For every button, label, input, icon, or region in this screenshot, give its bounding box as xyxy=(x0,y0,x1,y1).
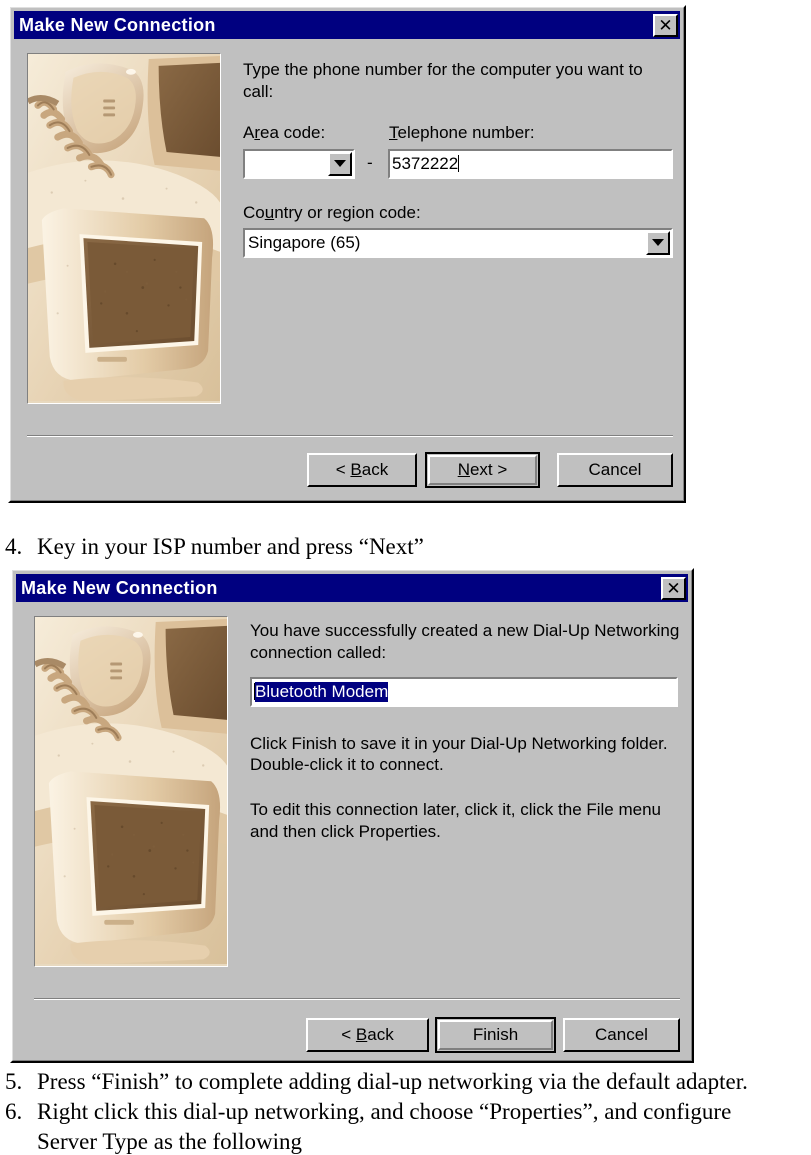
finish-pane: You have successfully created a new Dial… xyxy=(250,616,680,843)
chevron-down-icon[interactable] xyxy=(646,230,670,255)
cancel-button[interactable]: Cancel xyxy=(557,453,673,487)
telephone-number-value: 5372222 xyxy=(392,153,459,173)
dialog-inner-frame: Make New Connection ✕ xyxy=(10,7,684,501)
connection-name-input[interactable]: Bluetooth Modem xyxy=(250,676,678,707)
button-bar-separator xyxy=(34,998,680,1000)
area-code-value xyxy=(245,151,328,177)
text-caret xyxy=(458,155,460,172)
back-button-label: < Back xyxy=(335,460,389,479)
titlebar[interactable]: Make New Connection ✕ xyxy=(16,574,688,602)
dialog-inner-frame: Make New Connection ✕ xyxy=(12,570,692,1061)
step-text: Press “Finish” to complete adding dial-u… xyxy=(37,1069,748,1094)
step-number: 4. xyxy=(5,534,23,559)
field-labels-row: Area code: Telephone number: xyxy=(243,123,673,147)
telephone-and-monitor-photo xyxy=(34,616,228,967)
success-message-line-2: connection called: xyxy=(250,642,387,662)
country-code-combobox[interactable]: Singapore (65) xyxy=(243,227,673,258)
finish-button-label: Finish xyxy=(472,1025,519,1044)
make-new-connection-dialog-phone-number[interactable]: Make New Connection ✕ Type the phone num… xyxy=(8,5,686,503)
edit-instructions-line-1: To edit this connection later, click it,… xyxy=(250,800,662,819)
list-item: 5. Press “Finish” to complete adding dial… xyxy=(5,1068,748,1096)
step-text-continued: Server Type as the following xyxy=(37,1128,302,1154)
telephone-number-input[interactable]: 5372222 xyxy=(388,148,673,179)
cancel-button-label: Cancel xyxy=(595,1025,648,1044)
make-new-connection-dialog-finish[interactable]: Make New Connection ✕ You have successfu… xyxy=(10,568,694,1063)
step-text: Key in your ISP number and press “Next” xyxy=(37,534,424,559)
step-number: 5. xyxy=(5,1069,23,1094)
form-pane: Type the phone number for the computer y… xyxy=(243,53,673,258)
titlebar[interactable]: Make New Connection ✕ xyxy=(14,11,680,39)
step-text: Right click this dial-up networking, and… xyxy=(37,1099,732,1124)
country-code-value: Singapore (65) xyxy=(248,232,361,252)
phone-number-prompt: Type the phone number for the computer y… xyxy=(243,60,643,101)
finish-button[interactable]: Finish xyxy=(435,1017,556,1053)
cancel-button-label: Cancel xyxy=(588,460,642,479)
country-code-label: Country or region code: xyxy=(243,202,421,222)
close-icon[interactable]: ✕ xyxy=(653,13,678,37)
button-bar-separator xyxy=(27,435,673,437)
list-item: 6. Right click this dial-up networking, a… xyxy=(5,1098,731,1155)
connection-name-value: Bluetooth Modem xyxy=(255,681,389,702)
telephone-number-label: Telephone number: xyxy=(389,122,535,142)
close-icon[interactable]: ✕ xyxy=(661,576,686,600)
illustration-graphic xyxy=(35,617,227,965)
finish-instructions-line-2: Double-click it to connect. xyxy=(250,755,444,775)
back-button[interactable]: < Back xyxy=(306,1018,429,1052)
chevron-down-icon[interactable] xyxy=(328,151,352,176)
success-message-line-1: You have successfully created a new Dial… xyxy=(250,621,680,640)
telephone-and-monitor-photo xyxy=(27,53,221,404)
dialog-title: Make New Connection xyxy=(19,14,216,35)
cancel-button[interactable]: Cancel xyxy=(563,1018,680,1052)
dialog-body: You have successfully created a new Dial… xyxy=(16,602,688,1057)
list-item: 4. Key in your ISP number and press “Next… xyxy=(5,533,424,561)
dialog-title: Make New Connection xyxy=(21,577,218,598)
step-number: 6. xyxy=(5,1099,23,1124)
phone-dash-separator: - xyxy=(367,152,373,172)
phone-inputs-row: - 5372222 xyxy=(243,148,673,181)
next-button[interactable]: Next > xyxy=(425,452,540,488)
next-button-label: Next > xyxy=(457,460,508,479)
area-code-label: Area code: xyxy=(243,122,326,142)
area-code-combobox[interactable] xyxy=(243,148,355,179)
back-button-label: < Back xyxy=(341,1025,394,1044)
edit-instructions-line-2: and then click Properties. xyxy=(250,821,441,841)
illustration-graphic xyxy=(28,54,220,402)
dialog-body: Type the phone number for the computer y… xyxy=(14,39,680,497)
back-button[interactable]: < Back xyxy=(307,453,417,487)
finish-instructions-line-1: Click Finish to save it in your Dial-Up … xyxy=(250,733,668,753)
